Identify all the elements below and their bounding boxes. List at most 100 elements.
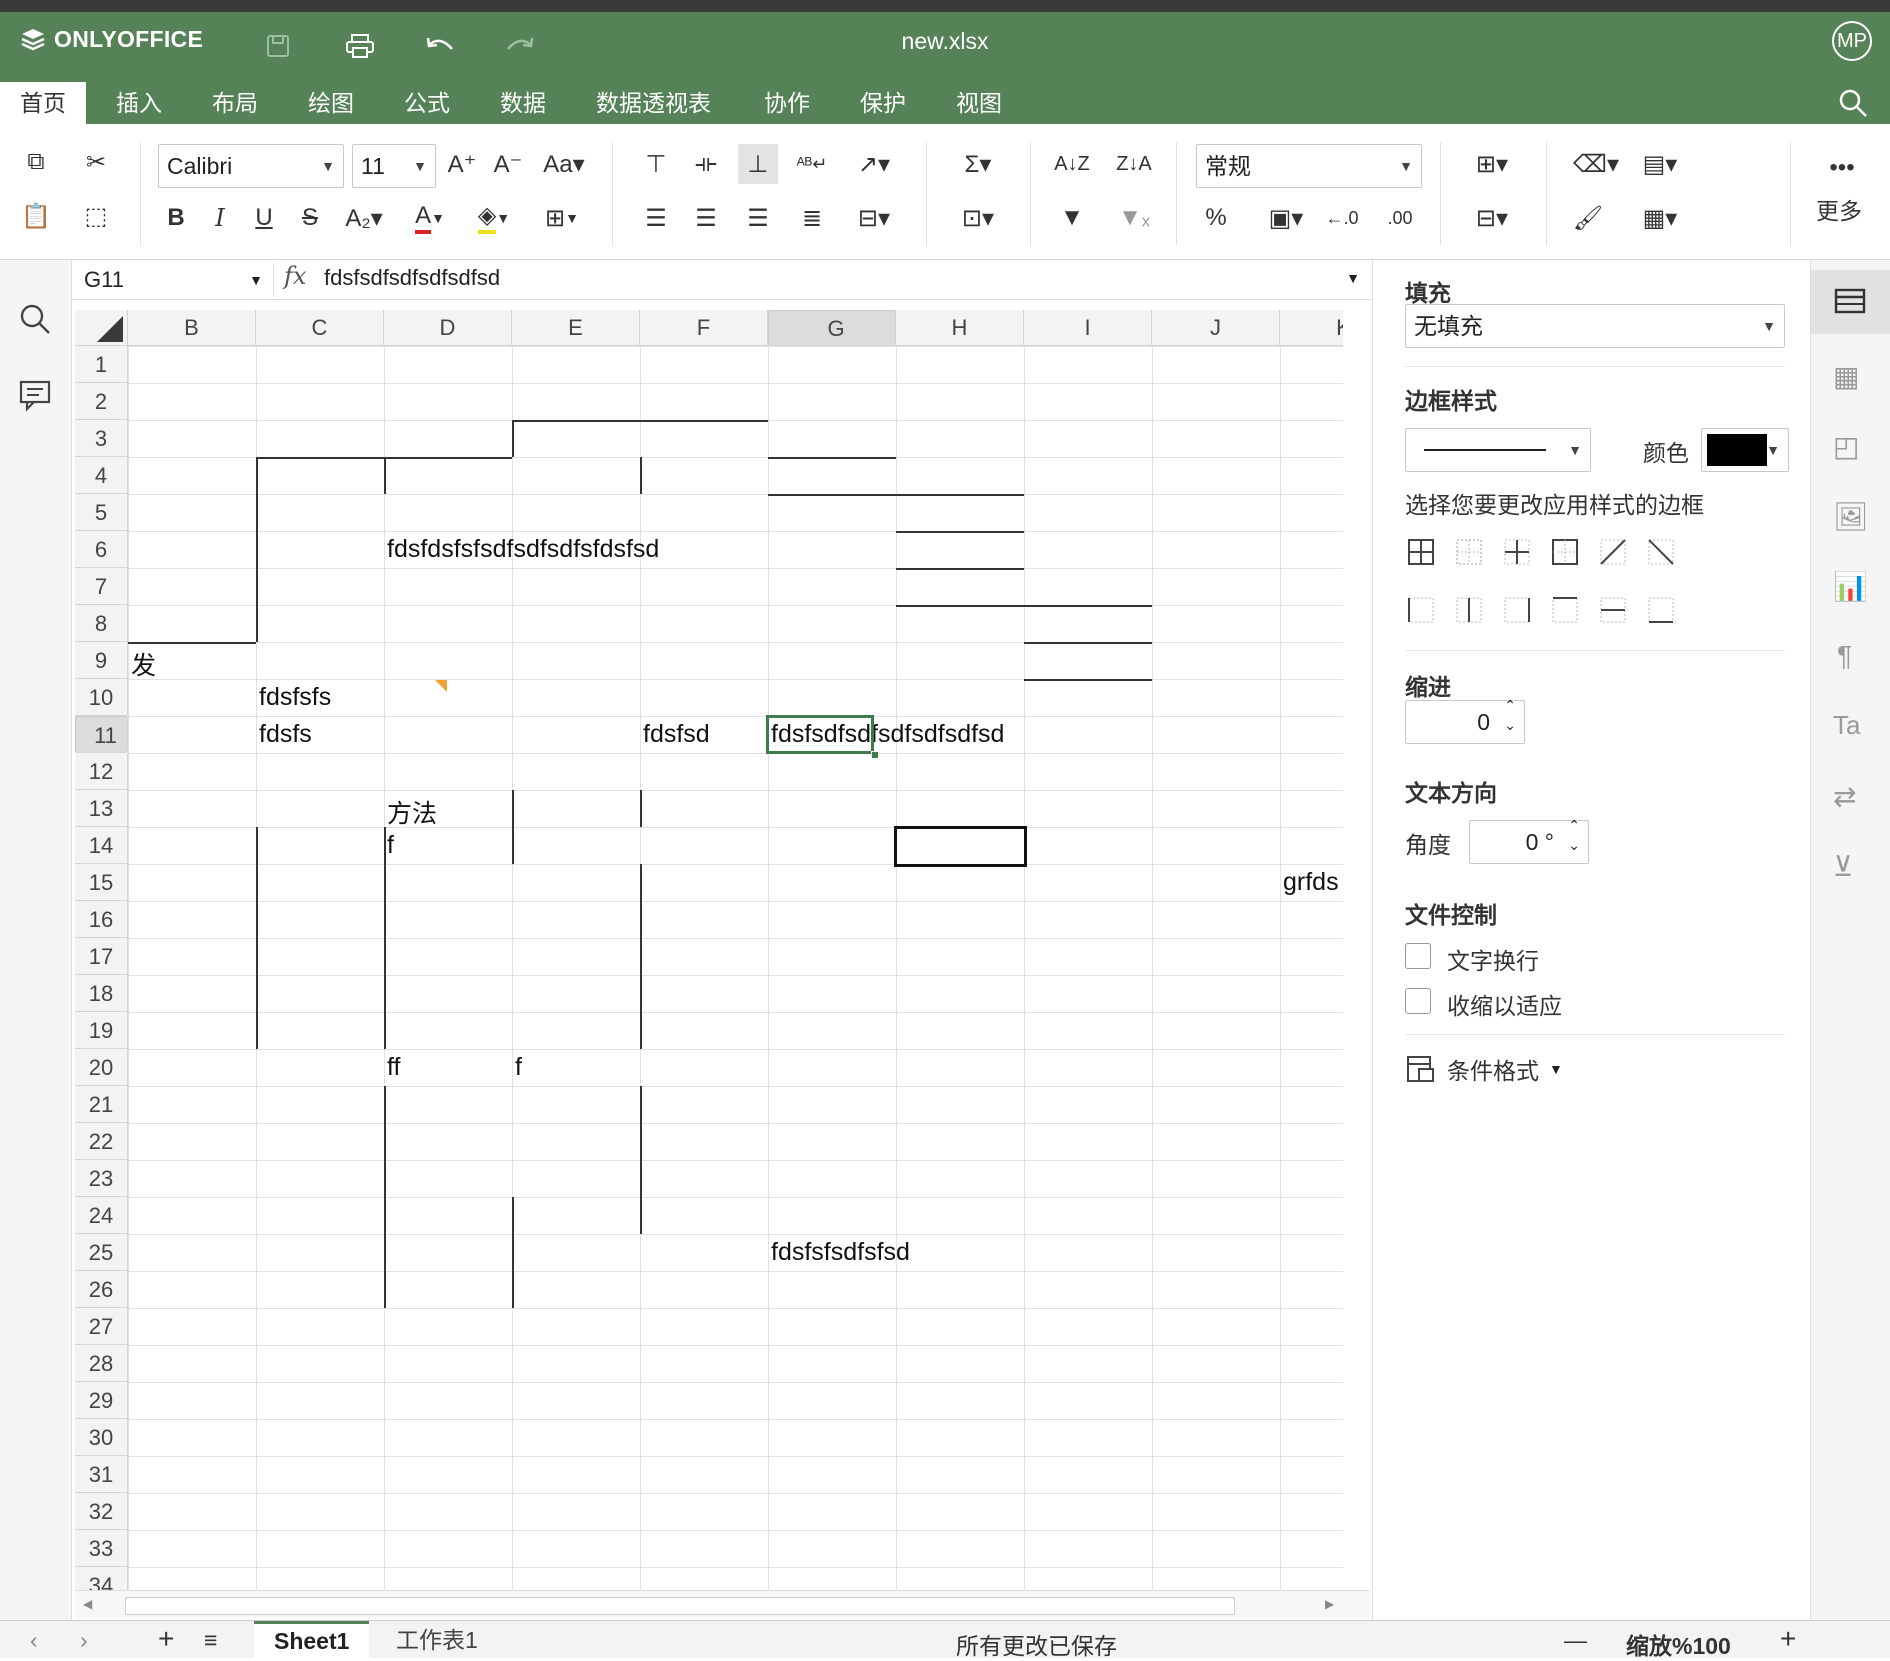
- cell-k15[interactable]: grfds: [1283, 868, 1339, 897]
- row-header[interactable]: 18: [75, 975, 128, 1012]
- wrap-text-button[interactable]: ᴬᴮ↵: [792, 144, 832, 184]
- tab-layout[interactable]: 布局: [192, 82, 278, 124]
- insert-cells-button[interactable]: ⊞▾: [1464, 144, 1520, 184]
- row-header[interactable]: 3: [75, 420, 128, 457]
- align-center-button[interactable]: ☰: [686, 198, 726, 238]
- row-header[interactable]: 24: [75, 1197, 128, 1234]
- row-header[interactable]: 22: [75, 1123, 128, 1160]
- row-header[interactable]: 21: [75, 1086, 128, 1123]
- cell-f11[interactable]: fdsfsd: [643, 720, 710, 749]
- row-header[interactable]: 27: [75, 1308, 128, 1345]
- sheet-list-icon[interactable]: ≡: [204, 1627, 217, 1654]
- conditional-format-button[interactable]: 条件格式 ▼: [1405, 1052, 1563, 1086]
- cell-d20[interactable]: ff: [387, 1053, 400, 1082]
- sort-descending-button[interactable]: Z↓A: [1114, 144, 1154, 184]
- cell-g25[interactable]: fdsfsfsdfsfsd: [771, 1238, 910, 1267]
- outer-borders-icon[interactable]: [1549, 536, 1581, 568]
- cell-b9[interactable]: 发: [131, 646, 156, 682]
- fill-color-button[interactable]: ◈ ▼: [466, 198, 522, 238]
- more-label[interactable]: 更多: [1816, 192, 1862, 226]
- row-header[interactable]: 17: [75, 938, 128, 975]
- row-header[interactable]: 31: [75, 1456, 128, 1493]
- row-header[interactable]: 8: [75, 605, 128, 642]
- column-header[interactable]: H: [896, 310, 1024, 346]
- select-all-corner[interactable]: [75, 310, 128, 346]
- delete-cells-button[interactable]: ⊟▾: [1464, 198, 1520, 238]
- right-border-icon[interactable]: [1501, 594, 1533, 626]
- align-right-button[interactable]: ☰: [738, 198, 778, 238]
- paste-button[interactable]: 📋: [16, 196, 56, 236]
- row-header[interactable]: 28: [75, 1345, 128, 1382]
- strikethrough-button[interactable]: S: [290, 198, 330, 238]
- cell-c10[interactable]: fdsfsfs: [259, 683, 331, 712]
- row-header[interactable]: 7: [75, 568, 128, 605]
- align-bottom-button[interactable]: ⊥: [738, 144, 778, 184]
- tab-data[interactable]: 数据: [480, 82, 566, 124]
- name-box[interactable]: G11 ▼: [76, 263, 274, 297]
- tab-formula[interactable]: 公式: [384, 82, 470, 124]
- row-header[interactable]: 29: [75, 1382, 128, 1419]
- column-header[interactable]: C: [256, 310, 384, 346]
- scroll-right-icon[interactable]: ▶: [1325, 1597, 1334, 1611]
- stepper-arrows-icon[interactable]: ⌃ ⌄: [1568, 815, 1580, 855]
- change-case-button[interactable]: Aa▾: [536, 144, 592, 184]
- sheet-tab-sheet1[interactable]: Sheet1: [254, 1621, 370, 1659]
- decrease-decimal-button[interactable]: ←.0: [1322, 198, 1362, 238]
- zoom-in-icon[interactable]: +: [1780, 1623, 1796, 1655]
- cell-d14[interactable]: f: [387, 831, 394, 860]
- cut-button[interactable]: ✂: [76, 142, 116, 182]
- fill-handle[interactable]: [871, 751, 879, 759]
- font-name-select[interactable]: Calibri ▼: [158, 144, 344, 188]
- wrap-text-checkbox[interactable]: [1405, 943, 1431, 969]
- column-header[interactable]: F: [640, 310, 768, 346]
- inner-vertical-border-icon[interactable]: [1453, 594, 1485, 626]
- next-sheet-icon[interactable]: ›: [80, 1627, 88, 1654]
- tab-collaborate[interactable]: 协作: [744, 82, 830, 124]
- comments-sidebar-button[interactable]: [18, 378, 52, 417]
- subscript-button[interactable]: A₂▾: [336, 198, 392, 238]
- zoom-out-icon[interactable]: —: [1564, 1627, 1587, 1654]
- tab-view[interactable]: 视图: [936, 82, 1022, 124]
- image-settings-icon[interactable]: 🖼: [1833, 500, 1869, 533]
- tab-protect[interactable]: 保护: [840, 82, 926, 124]
- expand-formula-icon[interactable]: ▼: [1346, 270, 1360, 286]
- row-header[interactable]: 14: [75, 827, 128, 864]
- copy-button[interactable]: ⧉: [16, 142, 56, 182]
- justify-button[interactable]: ≣: [792, 198, 832, 238]
- number-format-select[interactable]: 常规 ▼: [1196, 144, 1422, 188]
- row-header[interactable]: 4: [75, 457, 128, 494]
- zoom-level[interactable]: 缩放%100: [1626, 1627, 1731, 1661]
- column-header[interactable]: G: [768, 310, 896, 346]
- row-header[interactable]: 10: [75, 679, 128, 716]
- percent-button[interactable]: %: [1196, 198, 1236, 238]
- row-header[interactable]: 13: [75, 790, 128, 827]
- row-header[interactable]: 25: [75, 1234, 128, 1271]
- cell-d13[interactable]: 方法: [387, 794, 437, 830]
- clear-filter-button[interactable]: ▼ₓ: [1114, 198, 1154, 238]
- increase-decimal-button[interactable]: .00: [1380, 198, 1420, 238]
- slicer-settings-icon[interactable]: ⊻: [1833, 850, 1854, 883]
- bold-button[interactable]: B: [156, 198, 196, 238]
- bottom-border-icon[interactable]: [1645, 594, 1677, 626]
- align-top-button[interactable]: ⊤: [636, 144, 676, 184]
- conditional-format-toolbar-button[interactable]: ▤▾: [1632, 144, 1688, 184]
- tab-pivot-table[interactable]: 数据透视表: [576, 82, 731, 124]
- cell-d6[interactable]: fdsfdsfsfsdfsdfsdfsfdsfsd: [387, 535, 659, 564]
- diagonal-down-border-icon[interactable]: [1645, 536, 1677, 568]
- active-cell-selection[interactable]: [766, 715, 874, 754]
- menu-search-button[interactable]: [1838, 88, 1868, 123]
- increase-font-button[interactable]: A⁺: [442, 144, 482, 184]
- font-color-button[interactable]: A ▼: [402, 198, 458, 238]
- clear-button[interactable]: ⌫▾: [1568, 144, 1624, 184]
- select-all-button[interactable]: ⬚: [76, 196, 116, 236]
- named-ranges-button[interactable]: ⊡▾: [950, 198, 1006, 238]
- align-left-button[interactable]: ☰: [636, 198, 676, 238]
- text-art-settings-icon[interactable]: Ta: [1833, 710, 1860, 741]
- tab-home[interactable]: 首页: [0, 82, 86, 124]
- row-header[interactable]: 19: [75, 1012, 128, 1049]
- spreadsheet-grid[interactable]: BCDEFGHIJK 12345678910111213141516171819…: [75, 310, 1343, 1590]
- row-header[interactable]: 33: [75, 1530, 128, 1567]
- align-middle-button[interactable]: ⟛: [686, 144, 726, 184]
- row-header[interactable]: 34: [75, 1567, 128, 1590]
- row-header[interactable]: 30: [75, 1419, 128, 1456]
